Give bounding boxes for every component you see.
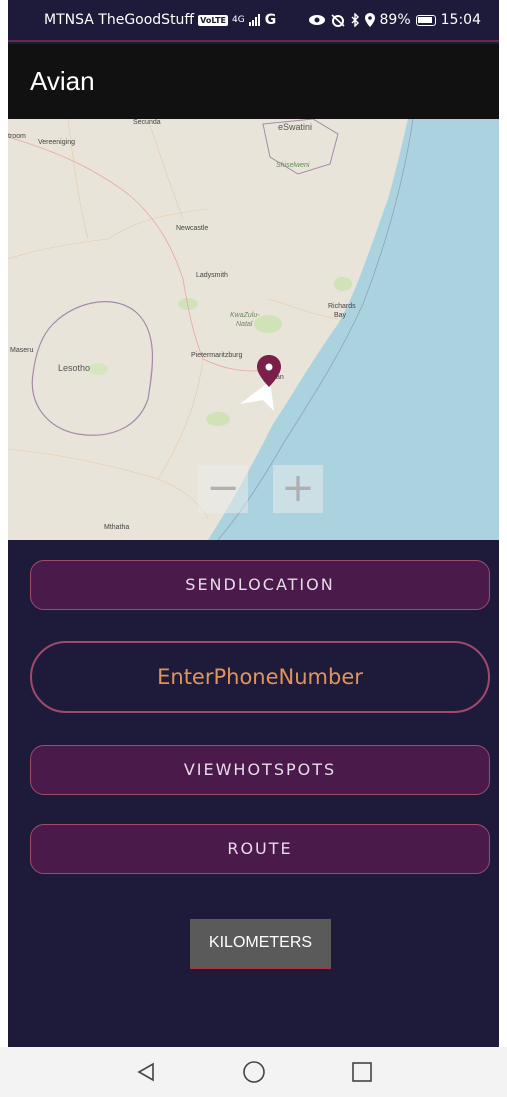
map-label-natal: Natal [236, 321, 253, 328]
zoom-out-button[interactable]: − [198, 465, 248, 513]
signal-icon [248, 14, 260, 26]
carrier-name: MTNSA TheGoodStuff [44, 12, 195, 28]
zoom-in-button[interactable]: + [273, 465, 323, 513]
send-location-button[interactable]: SENDLOCATION [30, 560, 490, 610]
map-label-ladysmith: Ladysmith [196, 272, 228, 279]
map-label-mthatha: Mthatha [104, 524, 130, 531]
g-network-icon: G [264, 12, 277, 28]
app-title: Avian [30, 66, 95, 96]
map-marker-icon [257, 355, 281, 387]
status-right: 89% 15:04 [308, 12, 481, 28]
battery-percent: 89% [379, 12, 411, 28]
status-bar: MTNSA TheGoodStuff VoLTE 4G G 89% 15:04 [8, 0, 499, 42]
bluetooth-icon [351, 13, 359, 27]
map-label-kwazulu: KwaZulu- [230, 312, 260, 319]
map-view[interactable]: Secunda eSwatini Shiselweni troom Vereen… [8, 119, 499, 540]
nav-recents-button[interactable] [347, 1057, 377, 1087]
map-label-troom: troom [8, 133, 26, 140]
map-label-richards: Richards [328, 303, 356, 310]
map-terrain [8, 119, 499, 540]
view-hotspots-button[interactable]: VIEWHOTSPOTS [30, 745, 490, 795]
clock: 15:04 [440, 12, 481, 28]
map-label-bay: Bay [334, 312, 347, 319]
recents-square-icon [351, 1062, 372, 1082]
map-label-lesotho: Lesotho [58, 363, 91, 373]
kilometers-button[interactable]: KILOMETERS [190, 919, 331, 969]
app-screen: MTNSA TheGoodStuff VoLTE 4G G 89% 15:04 … [8, 0, 499, 1097]
map-label-durban: an [276, 374, 284, 381]
nav-back-button[interactable] [131, 1057, 161, 1087]
status-left: MTNSA TheGoodStuff VoLTE 4G G [44, 12, 276, 28]
volte-icon: VoLTE [198, 14, 229, 26]
route-button[interactable]: ROUTE [30, 824, 490, 874]
app-bar: Avian [8, 44, 499, 119]
system-nav-bar [0, 1047, 507, 1097]
nav-home-button[interactable] [239, 1057, 269, 1087]
map-label-eswatini: eSwatini [278, 122, 313, 132]
location-icon [364, 13, 375, 27]
alarm-icon [330, 14, 345, 27]
map-label-maseru: Maseru [10, 347, 34, 354]
battery-icon [415, 14, 436, 26]
back-triangle-icon [136, 1062, 154, 1082]
map-label-pietermaritzburg: Pietermaritzburg [191, 352, 243, 359]
map-label-secunda: Secunda [133, 119, 161, 126]
map-label-newcastle: Newcastle [176, 225, 209, 232]
map-label-vereeniging: Vereeniging [38, 139, 75, 146]
network-type: 4G [232, 14, 245, 25]
home-circle-icon [242, 1061, 265, 1083]
eye-icon [308, 15, 325, 25]
map-label-shiselweni: Shiselweni [276, 162, 310, 169]
phone-number-input[interactable] [30, 641, 490, 713]
